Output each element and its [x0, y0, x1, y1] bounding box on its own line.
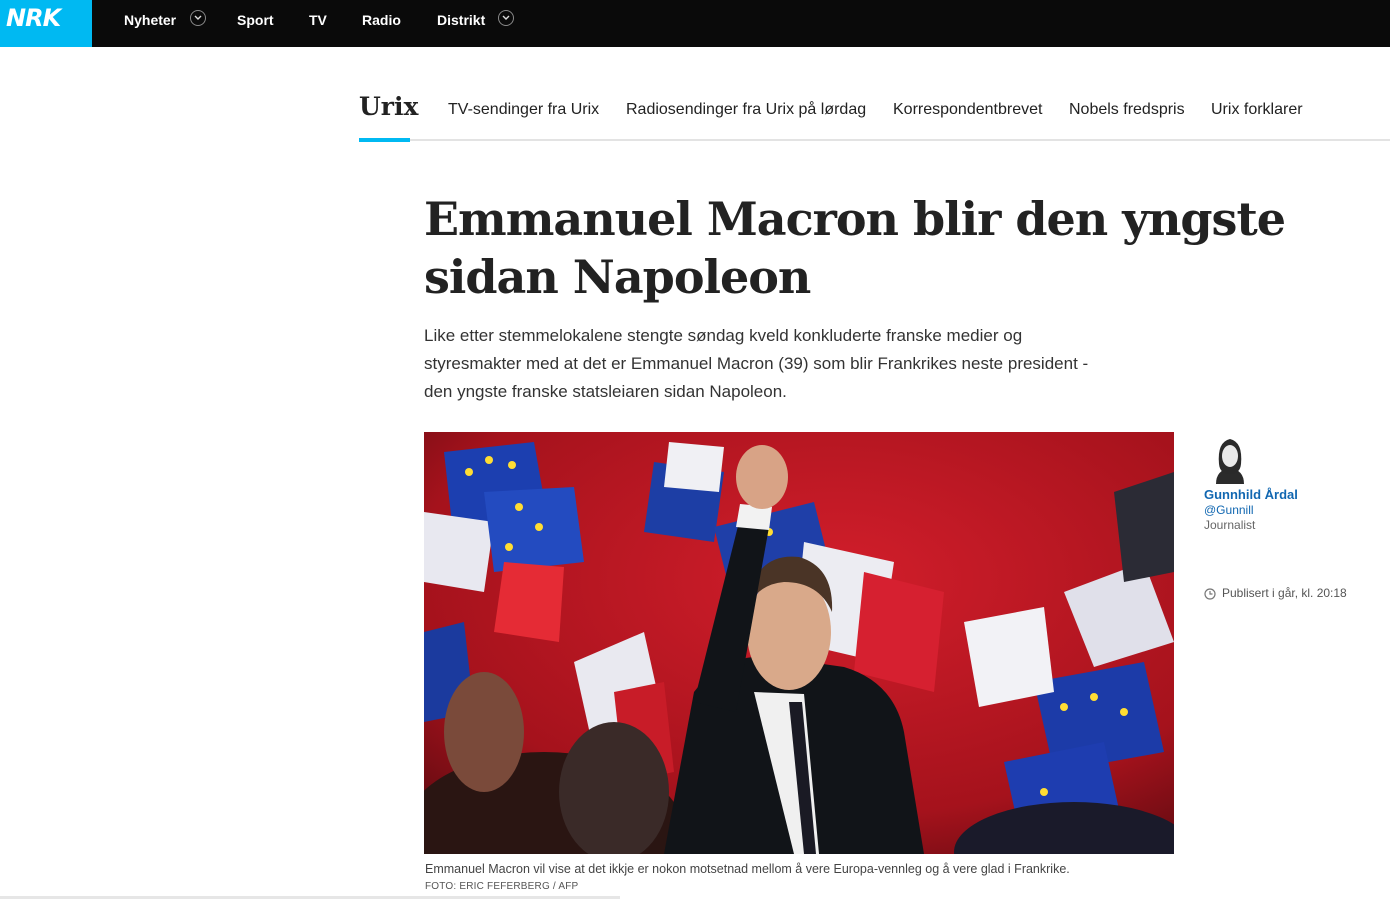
author-role: Journalist [1204, 518, 1256, 532]
image-credit: FOTO: ERIC FEFERBERG / AFP [425, 881, 579, 892]
rally-photo-illustration [424, 432, 1174, 854]
author-name[interactable]: Gunnhild Årdal [1204, 487, 1298, 502]
nav-item-tv[interactable]: TV [309, 0, 327, 40]
author-avatar[interactable] [1210, 434, 1250, 484]
section-link-radiosendinger[interactable]: Radiosendinger fra Urix på lørdag [626, 101, 866, 119]
nav-item-distrikt[interactable]: Distrikt [437, 0, 485, 40]
clock-icon [1204, 587, 1216, 600]
top-navigation-bar: NRK Nyheter Sport TV Radio Distrikt [0, 0, 1390, 47]
section-link-urix-forklarer[interactable]: Urix forklarer [1211, 101, 1303, 119]
nrk-logo-text: NRK [6, 4, 61, 32]
section-link-korrespondentbrevet[interactable]: Korrespondentbrevet [893, 101, 1042, 119]
active-section-indicator [359, 138, 410, 142]
nrk-logo[interactable]: NRK [0, 0, 92, 47]
published-timestamp: Publisert i går, kl. 20:18 [1222, 586, 1347, 600]
nav-item-sport[interactable]: Sport [237, 0, 274, 40]
chevron-down-icon[interactable] [498, 10, 514, 26]
nav-item-radio[interactable]: Radio [362, 0, 401, 40]
author-twitter-handle[interactable]: @Gunnill [1204, 503, 1254, 517]
nav-item-nyheter[interactable]: Nyheter [124, 0, 176, 40]
section-link-tv-sendinger[interactable]: TV-sendinger fra Urix [448, 101, 599, 119]
section-link-nobels-fredspris[interactable]: Nobels fredspris [1069, 101, 1185, 119]
article-lead: Like etter stemmelokalene stengte søndag… [424, 326, 1089, 401]
section-title[interactable]: Urix [359, 92, 418, 121]
chevron-down-icon[interactable] [190, 10, 206, 26]
article-headline: Emmanuel Macron blir den yngste sidan Na… [424, 192, 1286, 304]
article-photo[interactable] [424, 432, 1174, 854]
section-divider [359, 139, 1390, 141]
image-caption: Emmanuel Macron vil vise at det ikkje er… [425, 862, 1070, 876]
